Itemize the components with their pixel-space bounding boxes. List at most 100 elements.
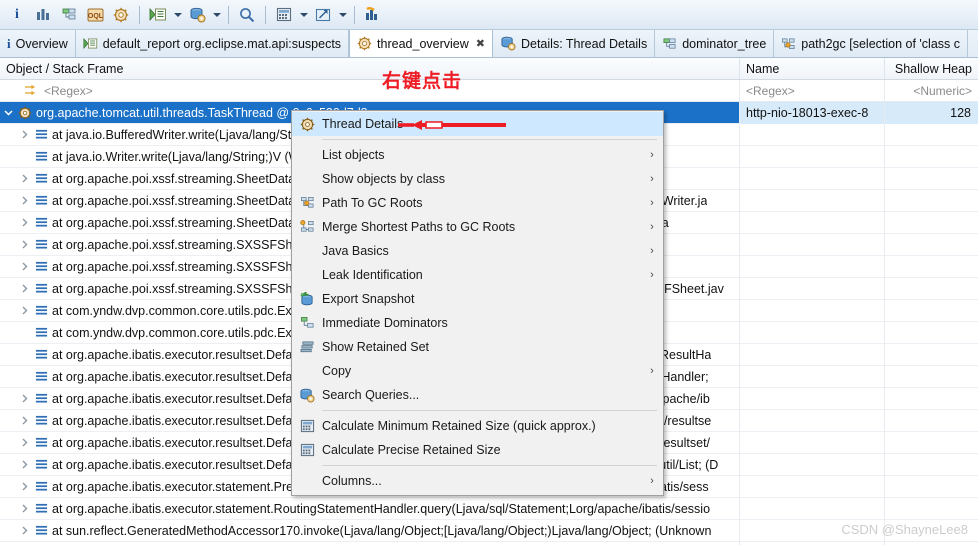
cell-name [740, 255, 885, 278]
expander-right-icon[interactable] [16, 284, 32, 293]
cell-name [740, 497, 885, 520]
expander-right-icon[interactable] [16, 438, 32, 447]
calculate-retained-size-icon[interactable] [271, 3, 297, 27]
tab-default-report[interactable]: default_report org.eclipse.mat.api:suspe… [75, 30, 350, 57]
histogram-icon[interactable] [30, 3, 56, 27]
toolbar-separator-1 [139, 5, 140, 24]
calculate-retained-size-dropdown-arrow[interactable] [297, 3, 310, 27]
menu-item-copy[interactable]: Copy › [292, 359, 663, 383]
menu-item-label: Merge Shortest Paths to GC Roots [322, 220, 516, 234]
menu-item-list-objects[interactable]: List objects › [292, 143, 663, 167]
filter-object-stack-frame[interactable]: <Regex> [0, 80, 740, 101]
frame-icon [32, 414, 50, 427]
export-icon[interactable] [310, 3, 336, 27]
chevron-right-icon: › [650, 149, 654, 161]
menu-item-columns[interactable]: Columns... › [292, 469, 663, 493]
menu-item-label: Leak Identification [322, 268, 423, 282]
export-snapshot-icon [292, 291, 322, 307]
menu-item-export-snapshot[interactable]: Export Snapshot [292, 287, 663, 311]
toolbar-separator-2 [228, 5, 229, 24]
frame-icon [32, 392, 50, 405]
expander-right-icon[interactable] [16, 482, 32, 491]
menu-item-path-to-gc-roots[interactable]: Path To GC Roots › [292, 191, 663, 215]
merge-path-icon [292, 220, 322, 234]
cell-shallow-heap [885, 146, 978, 168]
query-browser-gear-icon[interactable] [108, 3, 134, 27]
frame-icon [32, 348, 50, 361]
column-header-object-stack-frame[interactable]: Object / Stack Frame [0, 58, 740, 79]
export-dropdown-arrow[interactable] [336, 3, 349, 27]
oql-icon[interactable]: OQL [82, 3, 108, 27]
context-menu: Thread Details List objects › Show objects … [291, 110, 664, 496]
menu-item-calculate-minimum-retained-size-quick-approx[interactable]: Calculate Minimum Retained Size (quick a… [292, 414, 663, 438]
run-report-icon[interactable] [145, 3, 171, 27]
compare-icon[interactable] [360, 3, 386, 27]
path-icon [781, 37, 796, 51]
table-row[interactable]: at org.apache.ibatis.executor.statement.… [0, 497, 978, 520]
menu-item-label: Show Retained Set [322, 340, 430, 354]
info-icon[interactable]: i [4, 3, 30, 27]
toolbar-separator-4 [354, 5, 355, 24]
cell-shallow-heap [885, 256, 978, 278]
cell-name [740, 453, 885, 476]
cell-name [740, 343, 885, 366]
cell-shallow-heap [885, 278, 978, 300]
filter-name[interactable]: <Regex> [740, 80, 885, 101]
expander-right-icon[interactable] [16, 240, 32, 249]
menu-item-merge-shortest-paths-to-gc-roots[interactable]: Merge Shortest Paths to GC Roots › [292, 215, 663, 239]
query-browser-dropdown-arrow[interactable] [210, 3, 223, 27]
menu-item-label: Calculate Minimum Retained Size (quick a… [322, 419, 596, 433]
column-header-shallow-heap[interactable]: Shallow Heap [885, 58, 978, 79]
cell-shallow-heap [885, 234, 978, 256]
expander-right-icon[interactable] [16, 416, 32, 425]
expander-right-icon[interactable] [16, 218, 32, 227]
menu-item-search-queries[interactable]: Search Queries... [292, 383, 663, 407]
menu-item-leak-identification[interactable]: Leak Identification › [292, 263, 663, 287]
calc-icon [292, 419, 322, 433]
cell-name [740, 123, 885, 146]
expander-right-icon[interactable] [16, 262, 32, 271]
tab-dominator-tree[interactable]: dominator_tree [655, 30, 775, 57]
expander-right-icon[interactable] [16, 504, 32, 513]
menu-item-calculate-precise-retained-size[interactable]: Calculate Precise Retained Size [292, 438, 663, 462]
red-arrow-annotation [398, 120, 506, 130]
expander-right-icon[interactable] [16, 394, 32, 403]
run-report-dropdown-arrow[interactable] [171, 3, 184, 27]
expander-right-icon[interactable] [16, 460, 32, 469]
close-icon[interactable]: ✖ [476, 37, 485, 50]
menu-item-show-retained-set[interactable]: Show Retained Set [292, 335, 663, 359]
menu-item-label: Search Queries... [322, 388, 420, 402]
menu-item-immediate-dominators[interactable]: Immediate Dominators [292, 311, 663, 335]
frame-icon [32, 436, 50, 449]
expander-right-icon[interactable] [16, 526, 32, 535]
mat-window: i OQL i Overview default_report org.ecli… [0, 0, 978, 545]
expander-right-icon[interactable] [16, 306, 32, 315]
cell-name [740, 475, 885, 498]
search-icon[interactable] [234, 3, 260, 27]
right-click-annotation: 右键点击 [382, 70, 463, 92]
thread-icon [16, 106, 34, 120]
filter-shallow-heap[interactable]: <Numeric> [885, 80, 978, 101]
table-row[interactable]: at sun.reflect.GeneratedMethodAccessor17… [0, 519, 978, 542]
tab-path2gc[interactable]: path2gc [selection of 'class c [774, 30, 969, 57]
menu-item-java-basics[interactable]: Java Basics › [292, 239, 663, 263]
tab-thread-overview[interactable]: thread_overview ✖ [349, 30, 493, 57]
cell-name [740, 167, 885, 190]
expander-right-icon[interactable] [16, 174, 32, 183]
filter-icon [24, 84, 38, 97]
menu-separator [322, 410, 657, 411]
tab-details-thread-details[interactable]: Details: Thread Details [492, 30, 656, 57]
frame-icon [32, 524, 50, 537]
expander-down-icon[interactable] [0, 108, 16, 117]
tab-overview[interactable]: i Overview [0, 30, 76, 57]
expander-right-icon[interactable] [16, 130, 32, 139]
menu-item-label: Immediate Dominators [322, 316, 448, 330]
expander-right-icon[interactable] [16, 196, 32, 205]
column-header-name[interactable]: Name [740, 58, 885, 79]
cell-shallow-heap [885, 300, 978, 322]
query-browser-db-icon[interactable] [184, 3, 210, 27]
dominator-tree-icon[interactable] [56, 3, 82, 27]
menu-item-show-objects-by-class[interactable]: Show objects by class › [292, 167, 663, 191]
tab-label: default_report org.eclipse.mat.api:suspe… [102, 36, 342, 51]
cell-object-stack-frame: at org.apache.ibatis.executor.statement.… [0, 497, 740, 520]
